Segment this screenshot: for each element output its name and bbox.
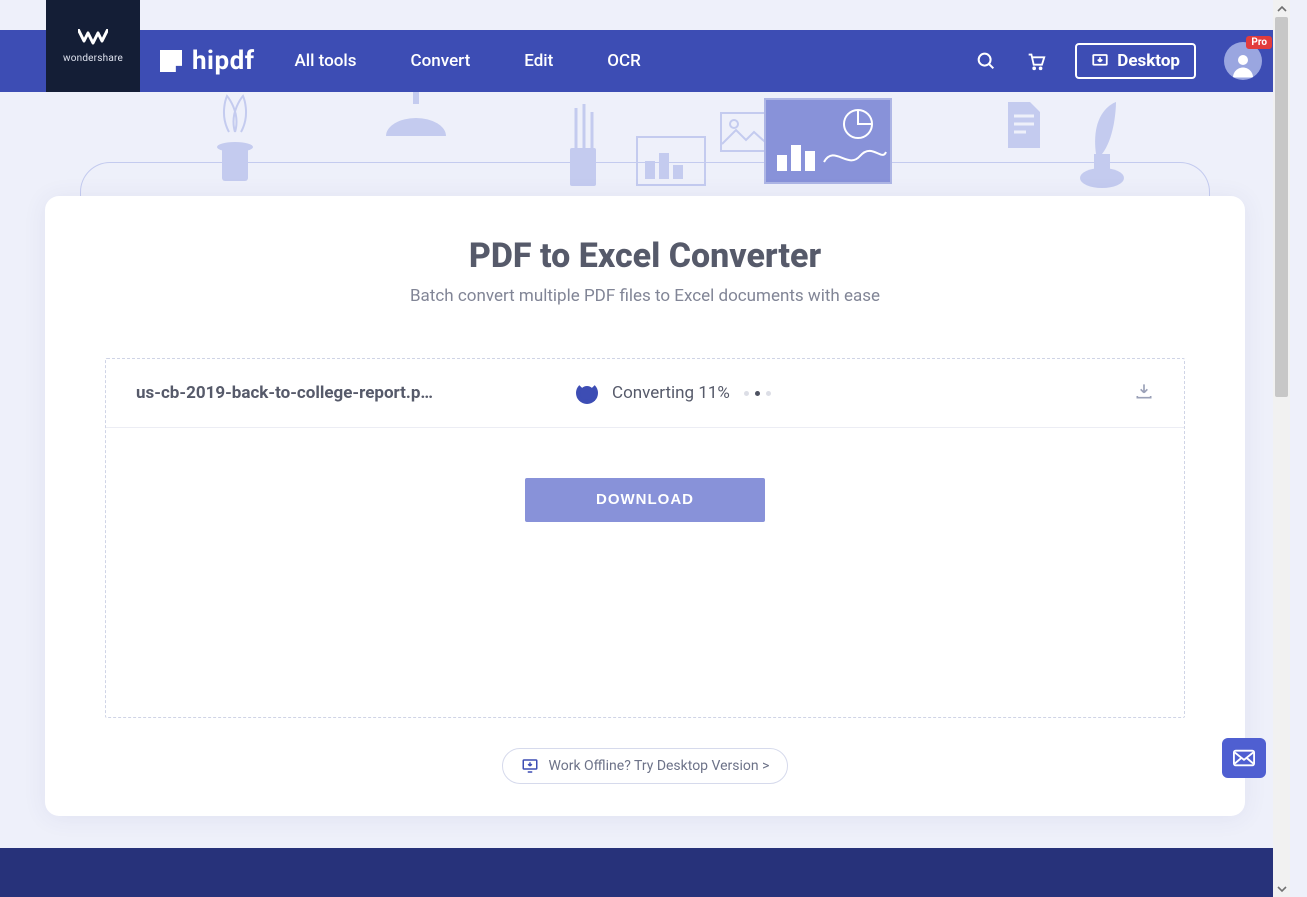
search-icon[interactable] [975, 50, 997, 72]
nav-convert[interactable]: Convert [411, 51, 471, 71]
decorative-strip [0, 92, 1290, 208]
download-button[interactable]: DOWNLOAD [525, 478, 765, 522]
hipdf-logo-icon [160, 50, 182, 72]
footer-band [0, 848, 1290, 897]
scroll-up-icon[interactable] [1273, 0, 1290, 17]
monitor-download-icon [521, 757, 539, 775]
file-name: us-cb-2019-back-to-college-report.p… [136, 383, 556, 403]
download-to-desktop-icon [1091, 52, 1109, 70]
pencils-icon [558, 102, 608, 192]
dashboard-icon [764, 98, 892, 184]
offline-label: Work Offline? Try Desktop Version > [549, 758, 770, 774]
lamp-icon [376, 92, 456, 144]
converter-card: PDF to Excel Converter Batch convert mul… [45, 196, 1245, 816]
feedback-mail-button[interactable] [1222, 738, 1266, 778]
navbar: hipdf All tools Convert Edit OCR Desktop [0, 30, 1290, 92]
plant-icon [200, 92, 270, 192]
status-text: Converting 11% [612, 383, 730, 403]
file-row: us-cb-2019-back-to-college-report.p… Con… [106, 359, 1184, 428]
nav-edit[interactable]: Edit [524, 51, 553, 71]
desktop-button-label: Desktop [1117, 51, 1180, 71]
page-subtitle: Batch convert multiple PDF files to Exce… [45, 286, 1245, 306]
pro-badge: Pro [1246, 36, 1272, 49]
scrollbar[interactable] [1273, 0, 1290, 897]
file-status: Converting 11% [576, 382, 1114, 404]
nav-ocr[interactable]: OCR [607, 51, 641, 71]
file-drop-zone[interactable]: us-cb-2019-back-to-college-report.p… Con… [105, 358, 1185, 718]
download-file-icon[interactable] [1134, 381, 1154, 405]
cart-icon[interactable] [1025, 50, 1047, 72]
page-title: PDF to Excel Converter [45, 236, 1245, 276]
mail-icon [1233, 749, 1255, 767]
offline-pill[interactable]: Work Offline? Try Desktop Version > [502, 748, 789, 784]
spinner-icon [576, 382, 598, 404]
quill-icon [1072, 96, 1132, 190]
wondershare-logo-icon [78, 29, 108, 47]
scroll-thumb[interactable] [1275, 17, 1288, 397]
hipdf-logo[interactable]: hipdf [160, 46, 255, 76]
document-icon [1004, 100, 1044, 150]
barchart-icon [636, 136, 706, 186]
desktop-button[interactable]: Desktop [1075, 43, 1196, 79]
scroll-down-icon[interactable] [1273, 880, 1290, 897]
hipdf-logo-text: hipdf [192, 46, 255, 76]
account-menu[interactable]: Pro [1224, 42, 1262, 80]
scroll-track[interactable] [1273, 17, 1290, 880]
wondershare-brand-text: wondershare [63, 53, 123, 64]
wondershare-brand[interactable]: wondershare [46, 0, 140, 92]
progress-dots-icon [744, 391, 771, 396]
nav-all-tools[interactable]: All tools [295, 51, 357, 71]
